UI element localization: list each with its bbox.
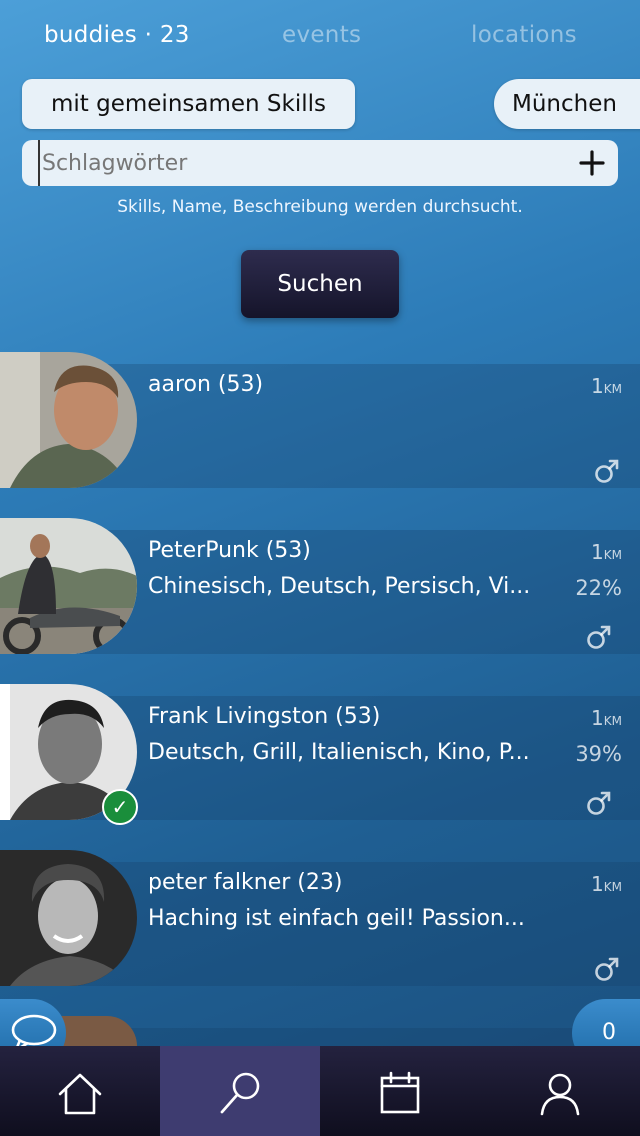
user-name: peter falkner (23) [148,870,343,895]
avatar [0,850,137,986]
list-item[interactable] [0,1016,640,1046]
calendar-icon [380,1071,420,1114]
search-field [22,140,618,186]
male-icon [587,625,611,649]
user-name: aaron (53) [148,372,264,397]
skills-filter-button[interactable]: mit gemeinsamen Skills [22,79,355,129]
distance: 1KM [591,374,622,398]
user-description: Haching ist einfach geil! Passion... [148,906,525,931]
tab-locations[interactable]: locations [471,22,577,48]
plus-icon[interactable] [578,149,606,177]
distance: 1KM [591,706,622,730]
profile-icon [540,1073,580,1116]
list-item[interactable]: PeterPunk (53) Chinesisch, Deutsch, Pers… [0,518,640,654]
tab-events[interactable]: events [282,22,361,48]
city-filter-button[interactable]: München [494,79,640,129]
tab-buddies[interactable]: buddies · 23 [44,22,190,48]
home-icon [58,1073,102,1115]
male-icon [595,459,619,483]
male-icon [595,957,619,981]
verified-badge: ✓ [102,789,138,825]
list-item[interactable]: aaron (53) 1KM [0,352,640,488]
nav-home[interactable] [0,1046,160,1136]
user-name: PeterPunk (53) [148,538,311,563]
nav-search[interactable] [160,1046,320,1136]
avatar [0,518,137,654]
search-hint: Skills, Name, Beschreibung werden durchs… [117,197,523,217]
bottom-nav [0,1046,640,1136]
distance: 1KM [591,872,622,896]
male-icon [587,791,611,815]
nav-calendar[interactable] [320,1046,480,1136]
match-percent: 22% [575,576,622,600]
avatar [0,352,137,488]
match-percent: 39% [575,742,622,766]
user-description: Chinesisch, Deutsch, Persisch, Vi... [148,574,531,599]
top-tabs: buddies · 23 events locations [0,22,640,62]
search-input[interactable] [38,140,578,186]
list-item[interactable]: peter falkner (23) Haching ist einfach g… [0,850,640,986]
nav-profile[interactable] [480,1046,640,1136]
distance: 1KM [591,540,622,564]
user-description: Deutsch, Grill, Italienisch, Kino, P... [148,740,530,765]
search-button[interactable]: Suchen [241,250,399,318]
list-item[interactable]: ✓ Frank Livingston (53) Deutsch, Grill, … [0,684,640,825]
user-name: Frank Livingston (53) [148,704,381,729]
search-icon [220,1072,260,1114]
